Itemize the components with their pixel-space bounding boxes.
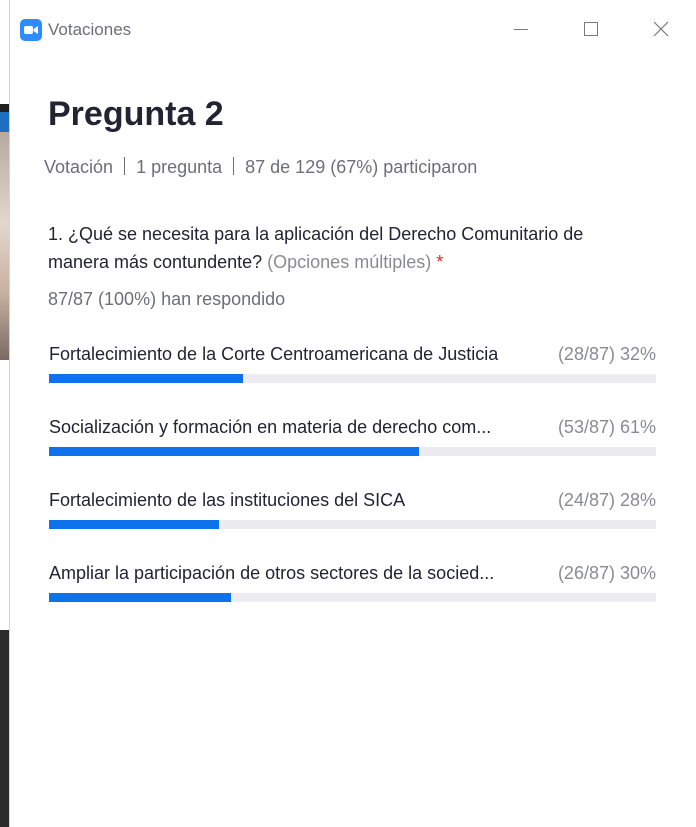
meta-divider (124, 157, 126, 175)
close-button[interactable] (638, 10, 684, 48)
question-count: 1 pregunta (136, 157, 223, 177)
option-label: Socialización y formación en materia de … (49, 417, 492, 437)
required-mark: * (436, 252, 444, 272)
background-app-video (0, 132, 9, 360)
result-option: Fortalecimiento de las instituciones del… (49, 488, 656, 561)
background-app-panel (0, 360, 9, 630)
meta-divider (233, 157, 235, 175)
background-app-bottom (0, 630, 9, 827)
background-app-top (0, 0, 9, 104)
close-icon (653, 21, 669, 37)
option-label: Fortalecimiento de la Corte Centroameric… (49, 344, 499, 364)
window-title: Votaciones (48, 20, 132, 39)
option-result: (24/87) 28% (557, 490, 656, 510)
minimize-icon (514, 29, 528, 30)
result-option: Fortalecimiento de la Corte Centroameric… (49, 342, 656, 415)
minimize-button[interactable] (498, 10, 544, 48)
result-bar-fill (49, 447, 420, 456)
result-bar-track (49, 520, 656, 529)
result-bar-track (49, 593, 656, 602)
maximize-icon (584, 22, 598, 36)
poll-meta: Votación 1 pregunta 87 de 129 (67%) partic… (44, 155, 477, 179)
option-label: Ampliar la participación de otros sector… (49, 563, 495, 583)
poll-type: Votación (44, 157, 114, 177)
result-bar-fill (49, 374, 244, 383)
option-result: (26/87) 30% (557, 563, 656, 583)
result-bar-fill (49, 520, 219, 529)
result-option: Ampliar la participación de otros sector… (49, 561, 656, 634)
multiple-choice-hint: (Opciones múltiples) (267, 252, 432, 272)
question-text: 1. ¿Qué se necesita para la aplicación d… (48, 220, 648, 276)
result-bar-track (49, 374, 656, 383)
results-list: Fortalecimiento de la Corte Centroameric… (49, 342, 656, 634)
result-bar-fill (49, 593, 232, 602)
background-app-banner (0, 112, 9, 132)
option-result: (28/87) 32% (557, 344, 656, 364)
option-result: (53/87) 61% (557, 417, 656, 437)
option-label: Fortalecimiento de las instituciones del… (49, 490, 406, 510)
participation-summary: 87 de 129 (67%) participaron (245, 157, 478, 177)
maximize-button[interactable] (568, 10, 614, 48)
poll-window: Votaciones Pregunta 2 Votación 1 pregunta… (9, 0, 696, 827)
zoom-camera-icon (20, 19, 42, 41)
poll-title: Pregunta 2 (48, 95, 224, 133)
response-count: 87/87 (100%) han respondido (48, 289, 286, 309)
title-bar[interactable]: Votaciones (10, 0, 696, 58)
result-bar-track (49, 447, 656, 456)
result-option: Socialización y formación en materia de … (49, 415, 656, 488)
